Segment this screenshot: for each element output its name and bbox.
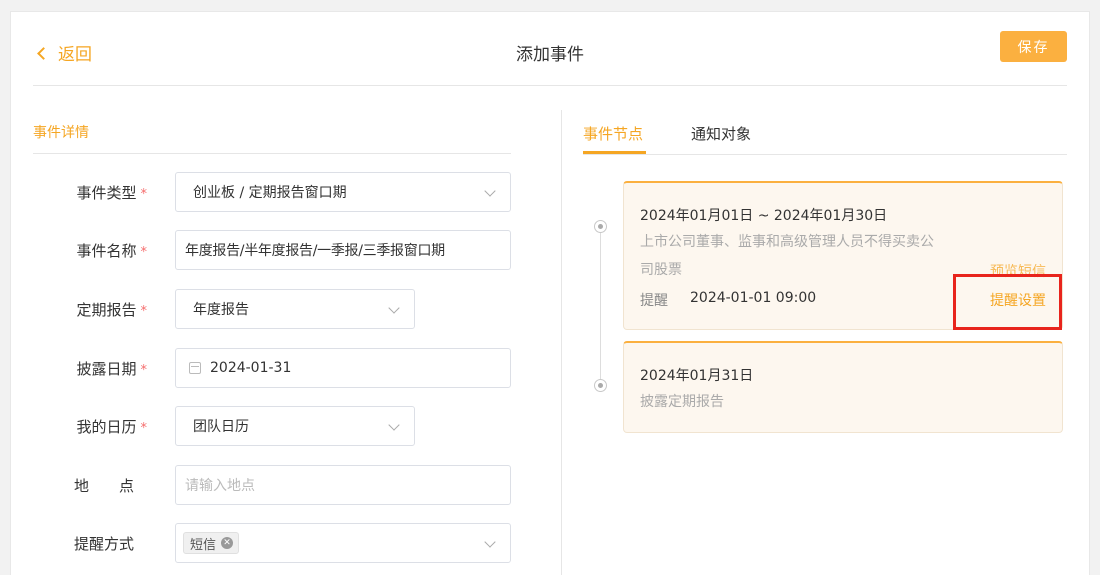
main-card: 返回 添加事件 保存 事件详情 事件类型 * 创业板 / 定期报告窗口期 事件名称… [10, 11, 1090, 575]
form-row-event-name: 事件名称 * [11, 230, 147, 270]
location-placeholder: 请输入地点 [185, 478, 255, 494]
reminder-tag: 短信 ✕ [183, 532, 240, 554]
required-mark: * [140, 186, 148, 202]
periodic-report-select[interactable]: 年度报告 [175, 289, 415, 329]
field-label: 披露日期 * [76, 359, 148, 378]
reminder-method-select[interactable]: 短信 ✕ [175, 523, 511, 563]
field-label: 提醒方式 [73, 534, 134, 553]
disclosure-date-picker[interactable]: 2024-01-31 [175, 348, 511, 388]
tab-indicator [583, 151, 646, 154]
page-header: 返回 添加事件 保存 [33, 12, 1067, 86]
tab-notify-targets[interactable]: 通知对象 [691, 123, 751, 144]
close-icon[interactable]: ✕ [221, 537, 234, 549]
tab-bar: 事件节点 通知对象 [583, 110, 1067, 155]
calendar-value: 团队日历 [193, 419, 249, 435]
tag-label: 短信 [190, 537, 217, 553]
save-button[interactable]: 保存 [1000, 31, 1067, 62]
field-label: 事件类型 * [76, 183, 148, 202]
panel-divider [561, 110, 562, 575]
tab-event-nodes[interactable]: 事件节点 [583, 123, 643, 144]
node-date: 2024年01月31日 [640, 368, 754, 384]
node-date: 2024年01月01日 ~ 2024年01月30日 [640, 208, 888, 224]
chevron-down-icon [388, 302, 400, 314]
form-row-periodic-report: 定期报告 * [11, 289, 147, 329]
chevron-down-icon [388, 419, 400, 431]
form-row-disclosure-date: 披露日期 * [11, 348, 147, 388]
location-input[interactable]: 请输入地点 [175, 465, 511, 505]
periodic-report-value: 年度报告 [193, 302, 249, 318]
chevron-down-icon [484, 185, 496, 197]
timeline-line [600, 230, 601, 388]
timeline-dot [594, 220, 607, 233]
event-type-value: 创业板 / 定期报告窗口期 [193, 185, 347, 201]
required-mark: * [140, 362, 148, 378]
disclosure-date-value: 2024-01-31 [210, 360, 292, 376]
form-row-location: 地 点 [11, 465, 147, 505]
field-label: 地 点 [73, 476, 134, 495]
page-title: 添加事件 [516, 45, 584, 65]
required-mark: * [140, 303, 148, 319]
event-type-select[interactable]: 创业板 / 定期报告窗口期 [175, 172, 511, 212]
chevron-down-icon [484, 536, 496, 548]
event-node-card: 2024年01月31日 披露定期报告 [623, 341, 1063, 433]
timeline-dot [594, 379, 607, 392]
field-label: 我的日历 * [76, 417, 148, 436]
required-mark: * [140, 244, 148, 260]
remind-time: 2024-01-01 09:00 [690, 290, 817, 306]
node-description: 披露定期报告 [640, 394, 724, 410]
field-label: 事件名称 * [76, 241, 148, 260]
form-row-event-type: 事件类型 * [11, 172, 147, 212]
node-description: 上市公司董事、监事和高级管理人员不得买卖公 司股票 [640, 234, 934, 278]
section-title: 事件详情 [33, 125, 89, 141]
calendar-select[interactable]: 团队日历 [175, 406, 415, 446]
form-row-reminder-method: 提醒方式 [11, 523, 147, 563]
calendar-icon [189, 362, 201, 374]
section-divider [33, 153, 511, 154]
remind-label: 提醒 [640, 293, 668, 309]
event-name-input[interactable]: 年度报告/半年度报告/一季报/三季报窗口期 [175, 230, 511, 270]
required-mark: * [140, 420, 148, 436]
field-label: 定期报告 * [76, 300, 148, 319]
event-name-value: 年度报告/半年度报告/一季报/三季报窗口期 [185, 243, 445, 259]
form-row-my-calendar: 我的日历 * [11, 406, 147, 446]
highlight-box [953, 274, 1062, 330]
